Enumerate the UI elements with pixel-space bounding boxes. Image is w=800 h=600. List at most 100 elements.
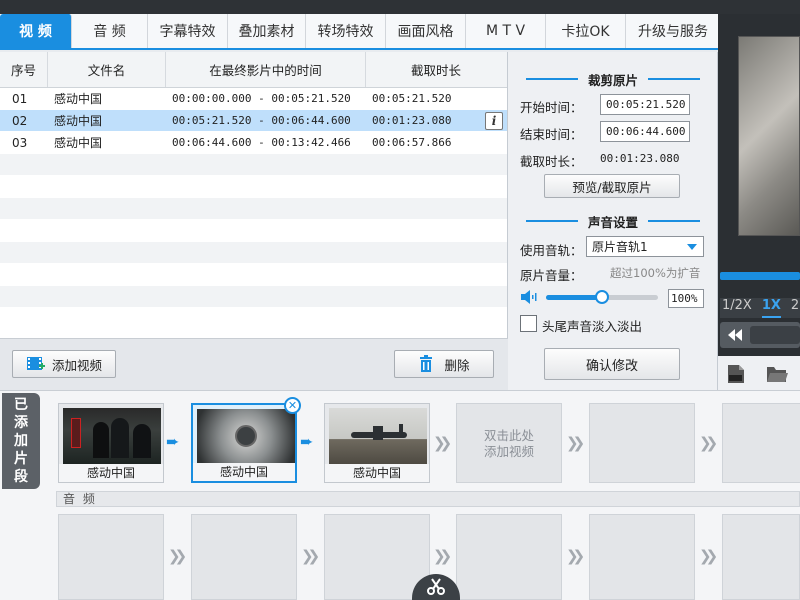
confirm-button[interactable]: 确认修改 bbox=[544, 348, 680, 380]
sound-section-title: 声音设置 bbox=[508, 212, 718, 231]
volume-knob[interactable] bbox=[595, 290, 609, 304]
table-header: 序号 文件名 在最终影片中的时间 截取时长 bbox=[0, 52, 507, 88]
title-bar bbox=[0, 0, 800, 14]
progress-track[interactable] bbox=[750, 326, 800, 344]
tab-image-style[interactable]: 画面风格 bbox=[386, 14, 466, 48]
tab-audio[interactable]: 音 频 bbox=[72, 14, 148, 48]
volume-fill bbox=[546, 295, 602, 300]
add-video-slot[interactable]: 双击此处 添加视频 bbox=[456, 403, 562, 483]
chevron-right-icon: ❯❯ bbox=[566, 547, 585, 565]
open-folder-icon[interactable] bbox=[766, 364, 788, 384]
seek-bar[interactable] bbox=[720, 272, 800, 280]
empty-row bbox=[0, 176, 507, 198]
end-time-input[interactable]: 00:06:44.600 bbox=[600, 121, 690, 142]
empty-slot[interactable] bbox=[589, 403, 695, 483]
track-label: 使用音轨： bbox=[520, 243, 583, 258]
volume-percent[interactable]: 100% bbox=[668, 289, 704, 308]
main-tabs: 视 频 音 频 字幕特效 叠加素材 转场特效 画面风格 M T V 卡拉OK 升… bbox=[0, 14, 720, 50]
tab-subtitle-effects[interactable]: 字幕特效 bbox=[148, 14, 228, 48]
delete-button[interactable]: 删除 bbox=[394, 350, 494, 378]
fade-checkbox[interactable] bbox=[520, 315, 537, 332]
clip-card[interactable]: 感动中国 bbox=[324, 403, 430, 483]
audio-slot[interactable] bbox=[456, 514, 562, 600]
settings-panel: 裁剪原片 开始时间： 00:05:21.520 结束时间： 00:06:44.6… bbox=[508, 52, 718, 390]
track-select[interactable]: 原片音轨1 bbox=[586, 236, 704, 257]
empty-row bbox=[0, 286, 507, 308]
track-select-value: 原片音轨1 bbox=[592, 240, 648, 254]
duration-label: 截取时长： bbox=[520, 154, 583, 169]
arrow-right-icon: ➨ bbox=[166, 432, 180, 451]
tab-upgrade-service[interactable]: 升级与服务 bbox=[626, 14, 720, 48]
cell-name: 感动中国 bbox=[54, 136, 103, 150]
speed-1x[interactable]: 1X bbox=[761, 298, 781, 318]
chevron-down-icon bbox=[687, 244, 697, 250]
col-filename: 文件名 bbox=[48, 52, 166, 87]
volume-label: 原片音量： bbox=[520, 268, 583, 283]
tab-mtv[interactable]: M T V bbox=[466, 14, 546, 48]
cell-name: 感动中国 bbox=[54, 92, 103, 106]
clip-thumbnail bbox=[63, 408, 161, 464]
empty-row bbox=[0, 154, 507, 176]
speed-half[interactable]: 1/2X bbox=[720, 298, 752, 318]
volume-slider[interactable] bbox=[546, 290, 658, 304]
speed-2x[interactable]: 2 bbox=[791, 298, 799, 318]
table-row[interactable]: 03 感动中国 00:06:44.600 - 00:13:42.466 00:0… bbox=[0, 132, 507, 154]
col-time-range: 在最终影片中的时间 bbox=[166, 52, 366, 87]
side-label-char: 加 bbox=[14, 433, 28, 449]
tab-karaoke[interactable]: 卡拉OK bbox=[546, 14, 626, 48]
video-preview bbox=[738, 36, 800, 236]
chevron-right-icon: ❯❯ bbox=[301, 547, 320, 565]
cell-dur: 00:05:21.520 bbox=[372, 92, 452, 105]
speaker-icon[interactable] bbox=[520, 289, 540, 305]
add-slot-hint-2: 添加视频 bbox=[483, 444, 534, 459]
chevron-right-icon: ❯❯ bbox=[433, 434, 452, 452]
clip-thumbnail bbox=[329, 408, 427, 464]
speed-selector: 1/2X 1X 2 bbox=[720, 298, 800, 318]
table-row[interactable]: 01 感动中国 00:00:00.000 - 00:05:21.520 00:0… bbox=[0, 88, 507, 110]
chevron-right-icon: ❯❯ bbox=[699, 434, 718, 452]
cell-no: 01 bbox=[12, 91, 28, 106]
clip-table: 序号 文件名 在最终影片中的时间 截取时长 01 感动中国 00:00:00.0… bbox=[0, 52, 508, 338]
new-file-icon[interactable] bbox=[726, 364, 746, 384]
cell-name: 感动中国 bbox=[54, 114, 103, 128]
trim-section-title: 裁剪原片 bbox=[508, 70, 718, 89]
cell-no: 02 bbox=[12, 113, 28, 128]
table-row-selected[interactable]: 02 感动中国 00:05:21.520 - 00:06:44.600 00:0… bbox=[0, 110, 507, 132]
tab-video[interactable]: 视 频 bbox=[0, 14, 72, 48]
add-slot-hint-1: 双击此处 bbox=[483, 428, 534, 443]
end-time-label: 结束时间： bbox=[520, 127, 583, 142]
clip-card-selected[interactable]: 感动中国 bbox=[191, 403, 297, 483]
chevron-right-icon: ❯❯ bbox=[566, 434, 585, 452]
chevron-right-icon: ❯❯ bbox=[699, 547, 718, 565]
clip-label: 感动中国 bbox=[59, 464, 163, 482]
add-video-label: 添加视频 bbox=[51, 357, 102, 373]
added-clips-tab[interactable]: 已 添 加 片 段 bbox=[2, 393, 40, 489]
audio-slot[interactable] bbox=[589, 514, 695, 600]
side-label-char: 片 bbox=[14, 451, 28, 467]
add-video-button[interactable]: 添加视频 bbox=[12, 350, 116, 378]
empty-row bbox=[0, 220, 507, 242]
clip-card[interactable]: 感动中国 bbox=[58, 403, 164, 483]
info-icon[interactable]: i bbox=[485, 112, 503, 130]
audio-slot[interactable] bbox=[722, 514, 800, 600]
tab-overlay-materials[interactable]: 叠加素材 bbox=[228, 14, 306, 48]
start-time-input[interactable]: 00:05:21.520 bbox=[600, 94, 690, 115]
delete-label: 删除 bbox=[444, 357, 470, 373]
table-body: 01 感动中国 00:00:00.000 - 00:05:21.520 00:0… bbox=[0, 88, 507, 326]
duration-value: 00:01:23.080 bbox=[600, 152, 680, 165]
tab-transition-effects[interactable]: 转场特效 bbox=[306, 14, 386, 48]
rewind-icon[interactable] bbox=[728, 329, 742, 341]
side-label-char: 已 bbox=[14, 397, 28, 413]
clip-label: 感动中国 bbox=[193, 463, 295, 481]
trash-icon bbox=[420, 355, 433, 372]
fade-label: 头尾声音淡入淡出 bbox=[542, 319, 643, 334]
remove-clip-icon[interactable]: ✕ bbox=[284, 397, 301, 414]
preview-trim-button[interactable]: 预览/截取原片 bbox=[544, 174, 680, 198]
cell-range: 00:06:44.600 - 00:13:42.466 bbox=[172, 136, 351, 149]
side-label-char: 段 bbox=[14, 469, 28, 485]
playback-controls bbox=[720, 322, 800, 348]
audio-slot[interactable] bbox=[191, 514, 297, 600]
empty-slot[interactable] bbox=[722, 403, 800, 483]
file-actions bbox=[718, 356, 800, 390]
audio-slot[interactable] bbox=[58, 514, 164, 600]
